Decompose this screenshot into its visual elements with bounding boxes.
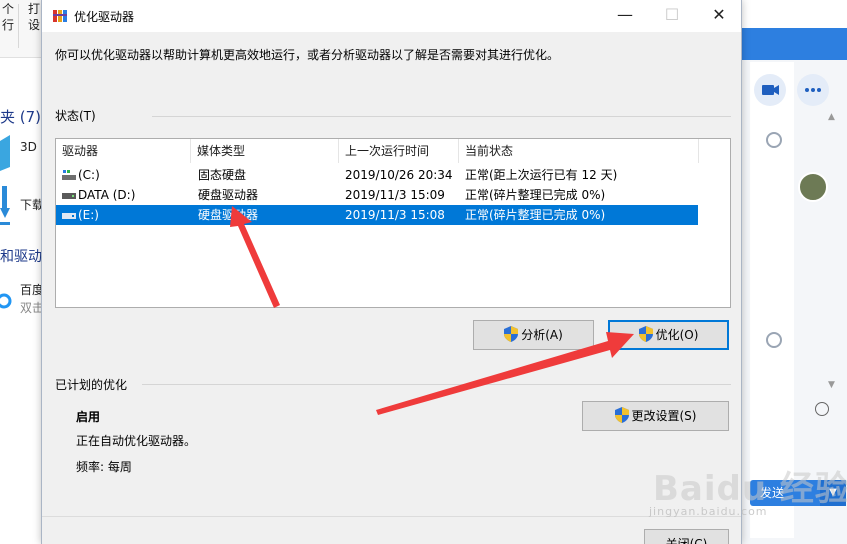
explorer-item-label[interactable]: 3D [20,140,37,154]
drive-status: 正常(距上次运行已有 12 天) [465,168,618,182]
drives-section-title[interactable]: 和驱动 [0,246,42,266]
zoom-icon[interactable] [766,132,782,148]
uac-shield-icon [504,326,519,342]
scheduled-group-label: 已计划的优化 [55,378,128,392]
drive-name: DATA (D:) [78,188,136,202]
change-settings-label: 更改设置(S) [631,409,697,423]
defrag-app-icon [53,10,67,22]
minimize-button[interactable]: — [602,0,648,32]
baidu-watermark: Baidu 经验 jingyan.baidu.com [645,455,847,525]
drive-status: 正常(碎片整理已完成 0%) [465,188,606,202]
ribbon-text[interactable]: 打 [28,2,40,16]
ribbon-text[interactable]: 行 [2,18,14,32]
last-run-time: 2019/10/26 20:34 [345,168,453,182]
column-header-status[interactable]: 当前状态 [459,139,699,163]
schedule-frequency: 频率: 每周 [76,460,132,474]
drive-status: 正常(碎片整理已完成 0%) [465,208,606,222]
status-divider [152,116,731,117]
analyze-button-label: 分析(A) [521,328,563,342]
close-window-button[interactable]: ✕ [696,0,742,32]
more-dots-icon [805,88,821,92]
hard-drive-icon [62,193,76,199]
more-options-button[interactable] [797,74,829,106]
last-run-time: 2019/11/3 15:09 [345,188,445,202]
drive-row-e[interactable]: (E:) 硬盘驱动器 2019/11/3 15:08 正常(碎片整理已完成 0%… [56,205,698,225]
uac-shield-icon [638,326,653,342]
baidu-netdisk-icon [0,293,12,309]
explorer-ribbon: 个 行 打 设 [0,0,44,58]
zoom-icon[interactable] [766,332,782,348]
last-run-time: 2019/11/3 15:08 [345,208,445,222]
media-type: 固态硬盘 [198,168,247,182]
scheduled-divider [142,384,731,385]
watermark-url: jingyan.baidu.com [649,505,768,518]
drives-list[interactable]: 驱动器 媒体类型 上一次运行时间 当前状态 (C:) 固态硬盘 2019/10/… [55,138,731,308]
ribbon-divider [18,4,19,48]
ribbon-text[interactable]: 个 [2,2,14,16]
ribbon-text[interactable]: 设 [28,18,40,32]
optimize-button-label: 优化(O) [655,328,699,342]
media-type: 硬盘驱动器 [198,188,259,202]
ssd-drive-icon [62,170,76,180]
background-explorer-window: 个 行 打 设 夹 (7) 3D 下载 和驱动 百度 双击 [0,0,44,544]
drive-row-c[interactable]: (C:) 固态硬盘 2019/10/26 20:34 正常(距上次运行已有 12… [56,165,698,185]
scroll-down-icon[interactable]: ▼ [828,380,835,390]
clock-icon[interactable] [815,402,829,416]
drive-row-d[interactable]: DATA (D:) 硬盘驱动器 2019/11/3 15:09 正常(碎片整理已… [56,185,698,205]
optimize-drives-dialog: 优化驱动器 — ☐ ✕ 你可以优化驱动器以帮助计算机更高效地运行，或者分析驱动器… [41,0,742,544]
video-camera-icon [762,85,779,95]
folders-section-title[interactable]: 夹 (7) [0,106,41,127]
intro-text: 你可以优化驱动器以帮助计算机更高效地运行，或者分析驱动器以了解是否需要对其进行优… [55,48,560,62]
media-type: 硬盘驱动器 [198,208,259,222]
dialog-footer: 关闭(C) [42,516,741,544]
title-bar[interactable]: 优化驱动器 — ☐ ✕ [42,0,741,32]
dialog-title: 优化驱动器 [74,10,135,24]
drive-name: (C:) [78,168,100,182]
avatar[interactable] [798,172,828,202]
uac-shield-icon [614,407,629,423]
chat-topbar [740,28,847,60]
scroll-up-icon[interactable]: ▲ [828,112,835,122]
maximize-button: ☐ [664,5,680,24]
3d-objects-icon [0,135,10,171]
close-button[interactable]: 关闭(C) [644,529,729,544]
drive-name: (E:) [78,208,99,222]
hard-drive-icon [62,213,76,219]
video-call-button[interactable] [754,74,786,106]
optimize-button[interactable]: 优化(O) [608,320,729,350]
schedule-description: 正在自动优化驱动器。 [76,434,197,448]
change-settings-button[interactable]: 更改设置(S) [582,401,729,431]
schedule-state: 启用 [76,410,101,424]
download-icon [0,186,10,225]
column-header-drive[interactable]: 驱动器 [56,139,191,163]
column-header-last-run[interactable]: 上一次运行时间 [339,139,459,163]
watermark-text: Baidu 经验 [653,469,847,509]
status-group-label: 状态(T) [55,109,96,123]
analyze-button[interactable]: 分析(A) [473,320,594,350]
column-header-media[interactable]: 媒体类型 [191,139,339,163]
